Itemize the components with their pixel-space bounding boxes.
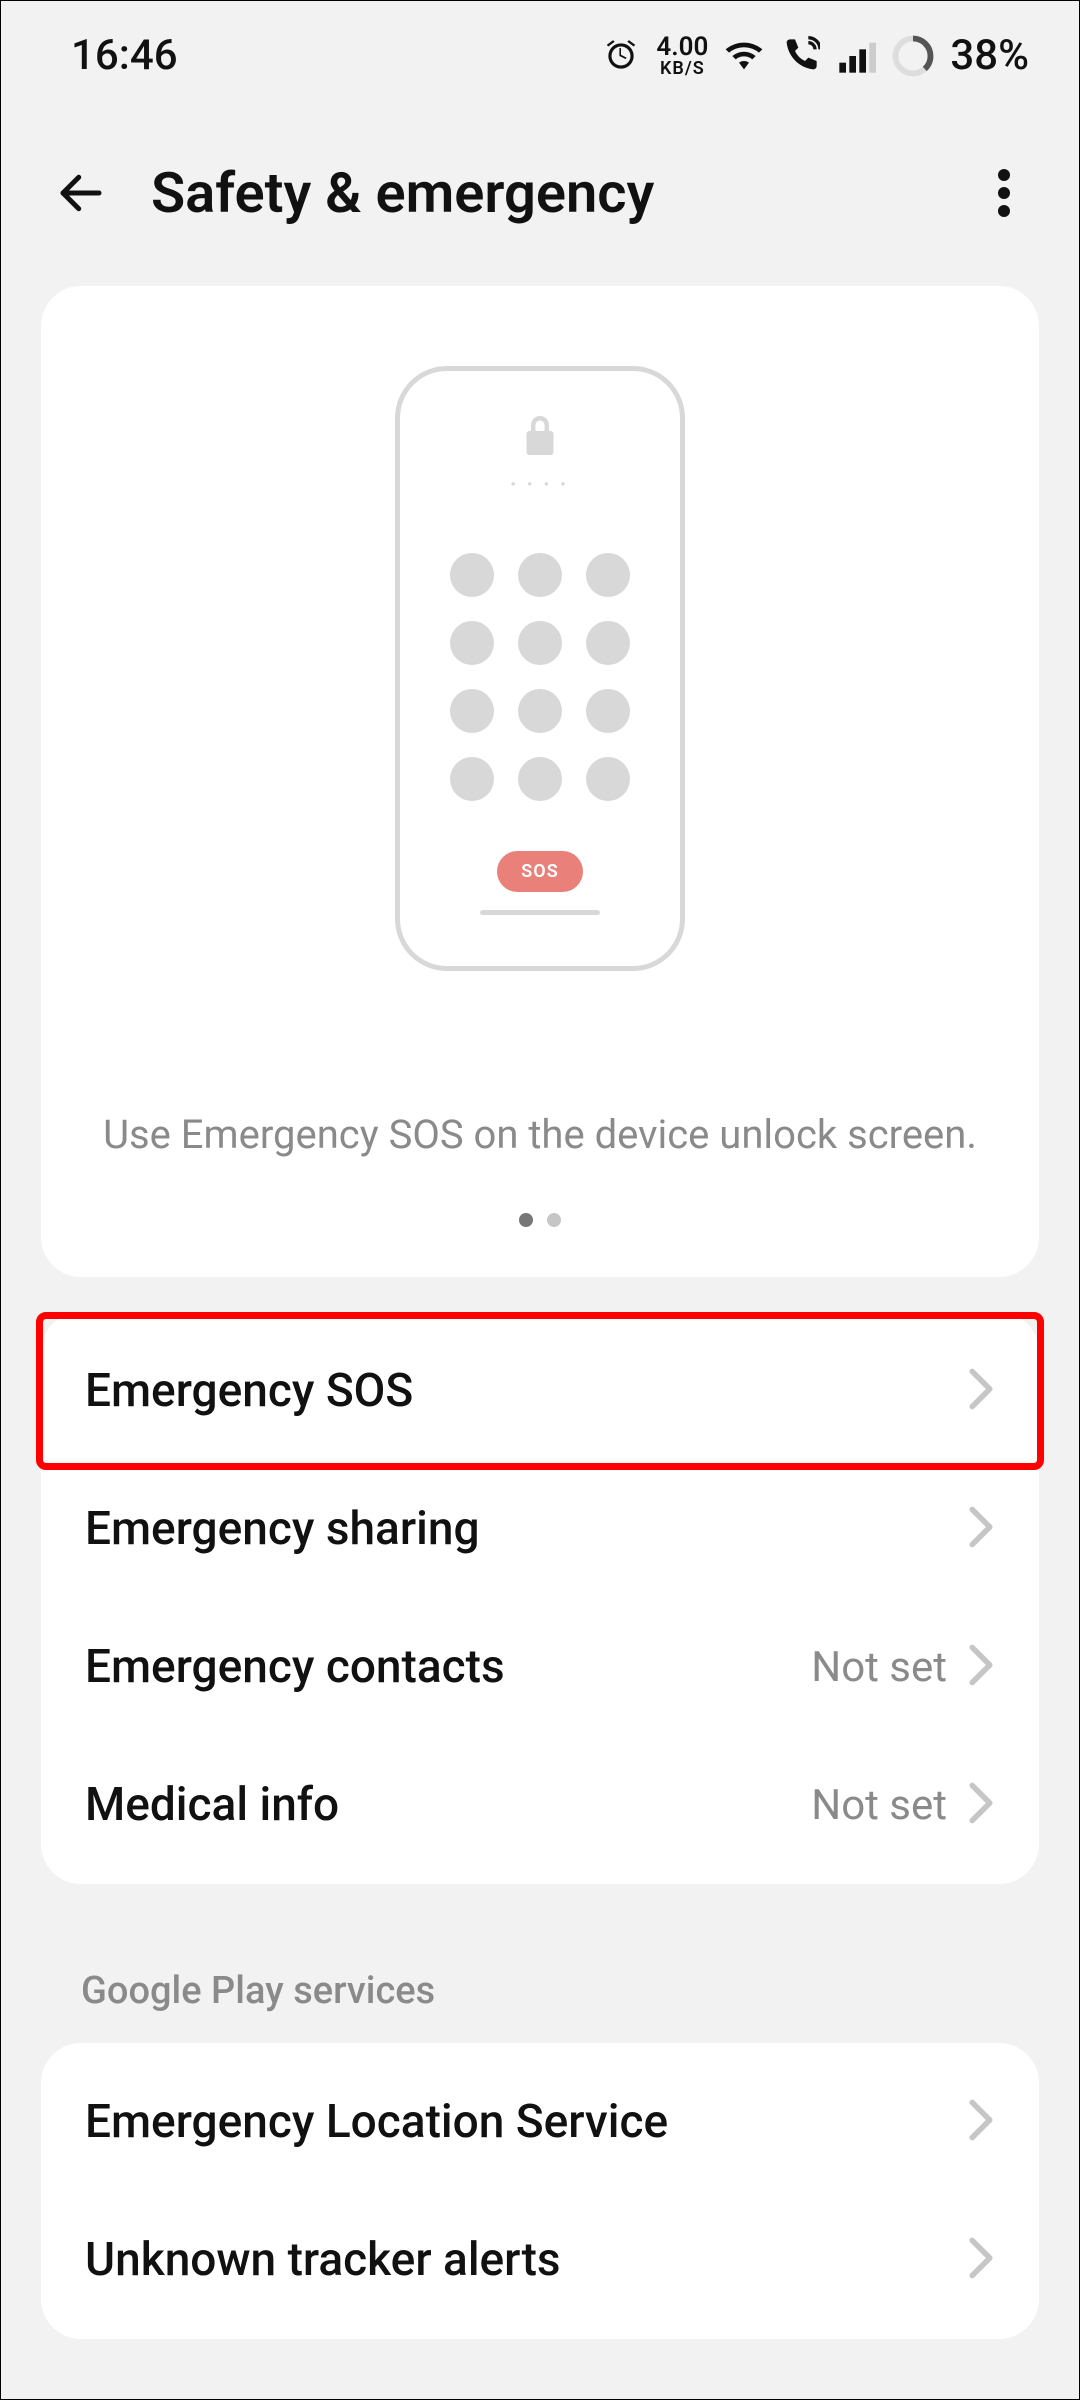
- row-medical-info[interactable]: Medical info Not set: [41, 1736, 1039, 1874]
- row-label: Unknown tracker alerts: [85, 2233, 947, 2287]
- pager-dot-1: [519, 1213, 533, 1227]
- battery-ring-icon: [892, 35, 934, 77]
- pin-dots: • • • •: [511, 477, 570, 493]
- row-emergency-sos[interactable]: Emergency SOS: [41, 1322, 1039, 1460]
- signal-icon: [836, 36, 876, 76]
- phone-nav-bar: [480, 910, 600, 915]
- status-right: 4.00 KB/S 38%: [602, 31, 1029, 80]
- chevron-right-icon: [967, 1643, 995, 1691]
- lock-icon: [522, 416, 558, 469]
- row-emergency-sharing[interactable]: Emergency sharing: [41, 1460, 1039, 1598]
- pager-dot-2: [547, 1213, 561, 1227]
- status-bar: 16:46 4.00 KB/S: [1, 1, 1079, 100]
- phone-keypad: [450, 553, 630, 801]
- more-icon[interactable]: [979, 168, 1029, 218]
- row-label: Emergency SOS: [85, 1364, 947, 1418]
- phone-mockup: • • • • SOS: [395, 366, 685, 971]
- chevron-right-icon: [967, 2098, 995, 2146]
- chevron-right-icon: [967, 1367, 995, 1415]
- google-play-list: Emergency Location Service Unknown tracke…: [41, 2043, 1039, 2339]
- settings-list: Emergency SOS Emergency sharing Emergency …: [41, 1312, 1039, 1884]
- row-label: Emergency Location Service: [85, 2095, 947, 2149]
- app-header: Safety & emergency: [1, 100, 1079, 286]
- row-unknown-tracker-alerts[interactable]: Unknown tracker alerts: [41, 2191, 1039, 2329]
- row-label: Medical info: [85, 1778, 791, 1832]
- row-value: Not set: [811, 1781, 947, 1830]
- back-icon[interactable]: [51, 163, 111, 223]
- row-label: Emergency sharing: [85, 1502, 947, 1556]
- status-time: 16:46: [71, 31, 178, 80]
- row-emergency-location-service[interactable]: Emergency Location Service: [41, 2053, 1039, 2191]
- sos-mock-button: SOS: [497, 851, 582, 892]
- page-title: Safety & emergency: [151, 160, 939, 226]
- row-emergency-contacts[interactable]: Emergency contacts Not set: [41, 1598, 1039, 1736]
- hero-caption: Use Emergency SOS on the device unlock s…: [103, 1111, 977, 1158]
- battery-percent: 38%: [950, 31, 1029, 80]
- hero-card[interactable]: • • • • SOS Use Emergency SOS on the dev…: [41, 286, 1039, 1277]
- wifi-icon: [724, 36, 764, 76]
- row-value: Not set: [811, 1643, 947, 1692]
- chevron-right-icon: [967, 2236, 995, 2284]
- alarm-icon: [602, 37, 640, 75]
- network-speed: 4.00 KB/S: [656, 34, 708, 78]
- page-indicator: [519, 1213, 561, 1227]
- chevron-right-icon: [967, 1781, 995, 1829]
- chevron-right-icon: [967, 1505, 995, 1553]
- row-label: Emergency contacts: [85, 1640, 791, 1694]
- wifi-calling-icon: [780, 36, 820, 76]
- section-title-google-play: Google Play services: [1, 1919, 1079, 2043]
